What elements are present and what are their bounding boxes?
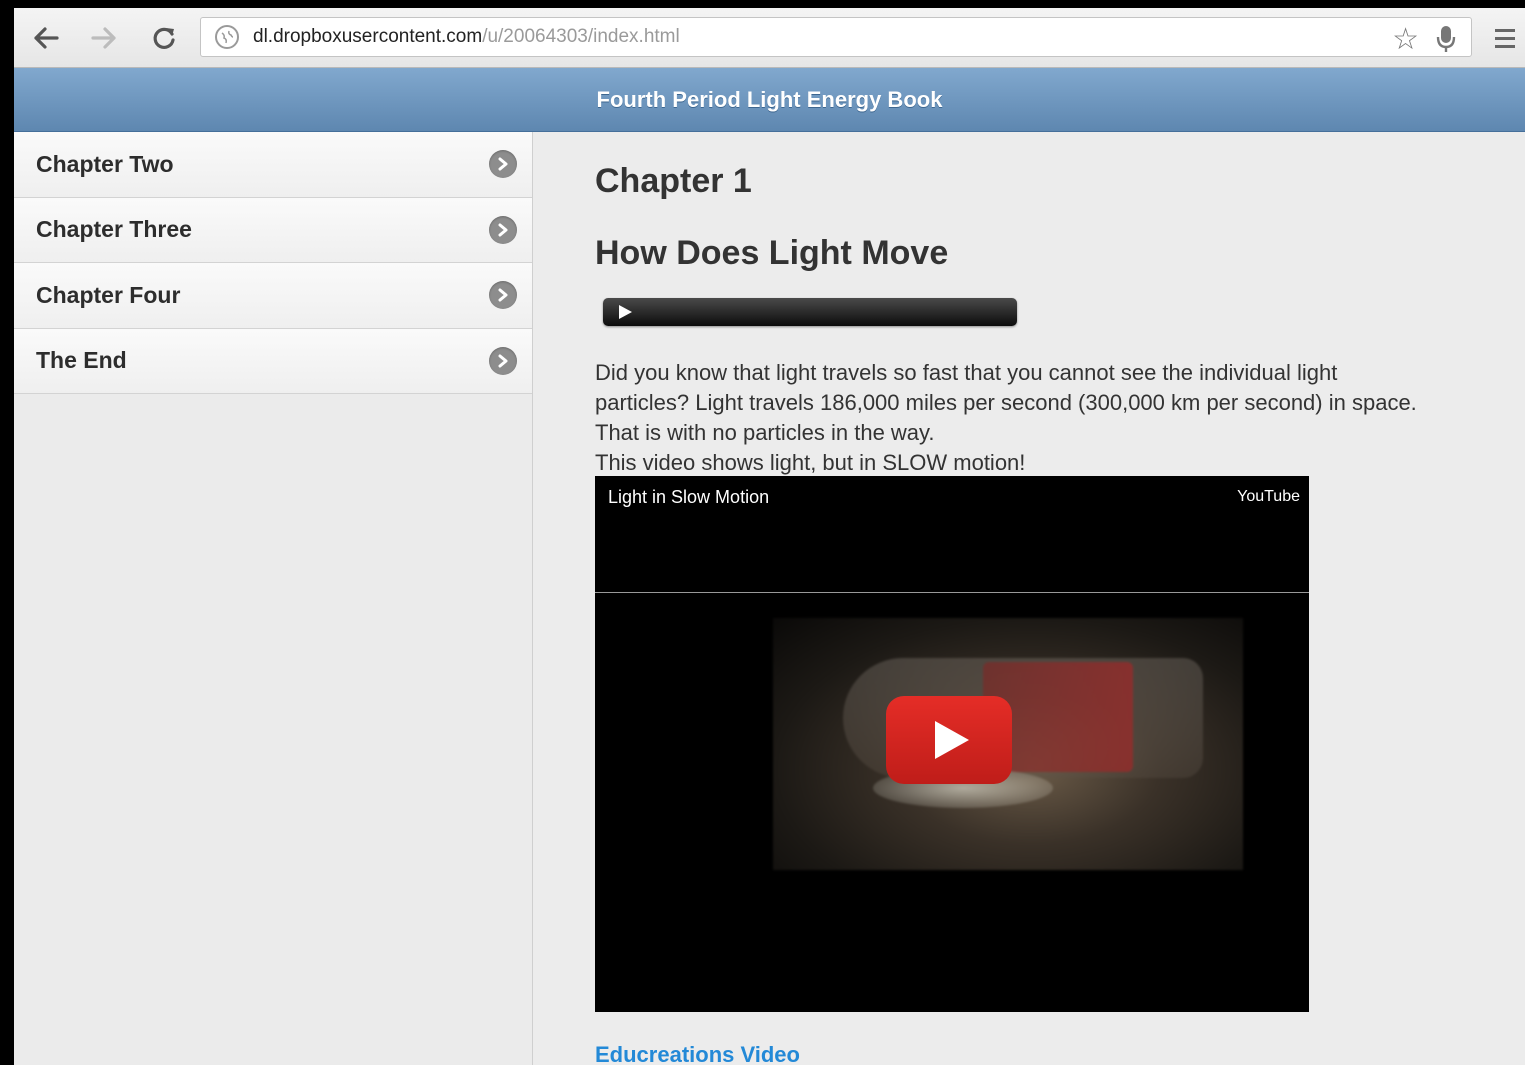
youtube-video-embed[interactable]: Light in Slow Motion YouTube bbox=[595, 476, 1309, 1012]
main-content: Chapter 1 How Does Light Move Did you kn… bbox=[533, 132, 1525, 1065]
sidebar: Chapter Two Chapter Three Chapter Four T… bbox=[14, 132, 533, 1065]
browser-menu-button[interactable] bbox=[1490, 22, 1522, 54]
play-icon[interactable] bbox=[619, 305, 632, 319]
chapter-title: Chapter 1 bbox=[595, 162, 752, 200]
youtube-logo[interactable]: YouTube bbox=[1237, 488, 1300, 506]
forward-button[interactable] bbox=[86, 22, 122, 54]
video-divider bbox=[595, 592, 1309, 593]
address-bar[interactable]: dl.dropboxusercontent.com/u/20064303/ind… bbox=[200, 17, 1472, 57]
sidebar-item-chapter-two[interactable]: Chapter Two bbox=[14, 132, 532, 198]
globe-icon bbox=[221, 30, 234, 44]
url-host: dl.dropboxusercontent.com bbox=[253, 26, 483, 47]
body-text: Did you know that light travels so fast … bbox=[595, 358, 1425, 478]
page-title: Fourth Period Light Energy Book bbox=[596, 86, 943, 112]
educreations-video-link[interactable]: Educreations Video bbox=[595, 1042, 800, 1065]
url-text: dl.dropboxusercontent.com/u/20064303/ind… bbox=[253, 26, 680, 48]
sidebar-item-label: Chapter Two bbox=[36, 150, 174, 177]
play-icon bbox=[935, 721, 969, 759]
microphone-icon[interactable] bbox=[1433, 24, 1459, 54]
sidebar-item-the-end[interactable]: The End bbox=[14, 328, 532, 394]
back-arrow-icon bbox=[34, 27, 59, 49]
paragraph-video-intro: This video shows light, but in SLOW moti… bbox=[595, 450, 1026, 475]
paragraph-light-speed: Did you know that light travels so fast … bbox=[595, 360, 1417, 445]
video-title[interactable]: Light in Slow Motion bbox=[608, 487, 769, 508]
chevron-right-icon bbox=[489, 281, 517, 310]
browser-window: dl.dropboxusercontent.com/u/20064303/ind… bbox=[0, 0, 1525, 1065]
browser-toolbar: dl.dropboxusercontent.com/u/20064303/ind… bbox=[14, 8, 1525, 68]
reload-icon bbox=[153, 27, 175, 49]
chevron-right-icon bbox=[489, 150, 517, 179]
chevron-right-icon bbox=[489, 215, 517, 244]
sidebar-item-label: Chapter Three bbox=[36, 216, 192, 243]
sidebar-item-chapter-three[interactable]: Chapter Three bbox=[14, 197, 532, 263]
sidebar-item-label: The End bbox=[36, 347, 127, 374]
menu-icon-bar bbox=[1495, 44, 1515, 48]
mic-shape bbox=[1436, 26, 1456, 52]
youtube-play-button[interactable] bbox=[886, 696, 1012, 784]
back-button[interactable] bbox=[28, 22, 64, 54]
section-title: How Does Light Move bbox=[595, 234, 949, 272]
page-header: Fourth Period Light Energy Book bbox=[14, 68, 1525, 132]
bookmark-star-icon[interactable]: ☆ bbox=[1392, 22, 1419, 57]
forward-arrow-icon bbox=[91, 27, 116, 49]
page-info-icon[interactable] bbox=[215, 25, 239, 49]
audio-player[interactable] bbox=[603, 298, 1017, 326]
menu-icon-bar bbox=[1495, 28, 1515, 32]
url-path: /u/20064303/index.html bbox=[482, 26, 680, 47]
reload-button[interactable] bbox=[146, 22, 182, 54]
chevron-right-icon bbox=[489, 346, 517, 375]
menu-icon-bar bbox=[1495, 36, 1515, 40]
sidebar-item-chapter-four[interactable]: Chapter Four bbox=[14, 263, 532, 329]
sidebar-item-label: Chapter Four bbox=[36, 281, 181, 308]
